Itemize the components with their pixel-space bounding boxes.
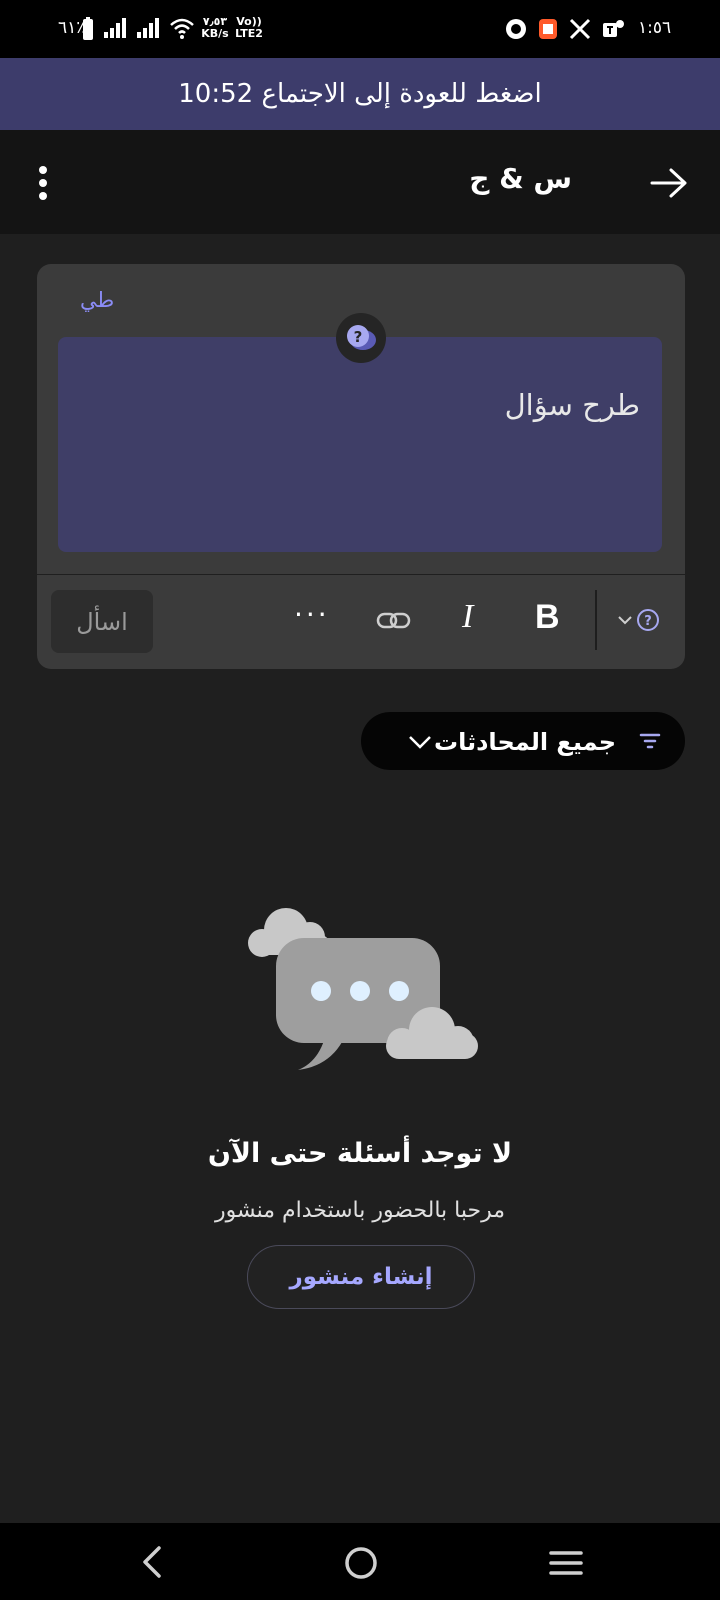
- toolbar-divider: [37, 574, 685, 575]
- toolbar-separator: [595, 590, 597, 650]
- battery-icon: [83, 17, 93, 40]
- ask-button[interactable]: اسأل: [51, 590, 153, 653]
- banner-text: اضغط للعودة إلى الاجتماع 10:52: [178, 79, 542, 109]
- post-type-dropdown-icon[interactable]: ?: [617, 606, 665, 636]
- question-placeholder: طرح سؤال: [504, 388, 640, 422]
- nav-back-icon[interactable]: [140, 1545, 164, 1579]
- question-badge: ?: [336, 313, 386, 363]
- bold-button[interactable]: B: [535, 598, 560, 637]
- empty-state-subtitle: مرحبا بالحضور باستخدام منشور: [214, 1198, 506, 1223]
- x-app-icon: [569, 18, 591, 40]
- link-icon[interactable]: [376, 609, 412, 633]
- back-arrow-icon[interactable]: [650, 167, 688, 199]
- svg-text:?: ?: [644, 614, 652, 629]
- signal-2-icon: [137, 18, 159, 38]
- wifi-icon: [170, 18, 194, 39]
- page-title: س & ج: [469, 162, 572, 195]
- question-input[interactable]: [58, 337, 662, 552]
- nav-recents-icon[interactable]: [549, 1550, 583, 1576]
- italic-button[interactable]: I: [462, 598, 473, 636]
- empty-chat-illustration: [248, 908, 478, 1070]
- lte-label: LTE2: [235, 27, 263, 40]
- nav-home-icon[interactable]: [344, 1546, 378, 1580]
- more-options-icon[interactable]: [36, 165, 50, 201]
- chevron-down-icon: [409, 736, 431, 749]
- app-notification-icon: [539, 19, 557, 39]
- signal-icon: [104, 18, 126, 38]
- net-speed-unit: KB/s: [201, 27, 229, 40]
- svg-text:?: ?: [354, 328, 363, 346]
- question-chat-icon: ?: [347, 325, 376, 350]
- user-tag[interactable]: طي: [80, 288, 114, 312]
- whatsapp-icon: [506, 19, 526, 39]
- teams-icon: [603, 20, 624, 37]
- clock: ١:٥٦: [638, 18, 672, 38]
- more-formatting-button[interactable]: ···: [294, 598, 330, 631]
- app-header: [0, 130, 720, 234]
- empty-state-title: لا توجد أسئلة حتى الآن: [207, 1138, 513, 1169]
- filter-label: جميع المحادثات: [433, 728, 616, 756]
- return-to-meeting-banner[interactable]: اضغط للعودة إلى الاجتماع 10:52: [0, 58, 720, 130]
- filter-icon: [639, 733, 661, 749]
- create-post-button[interactable]: إنشاء منشور: [247, 1245, 475, 1309]
